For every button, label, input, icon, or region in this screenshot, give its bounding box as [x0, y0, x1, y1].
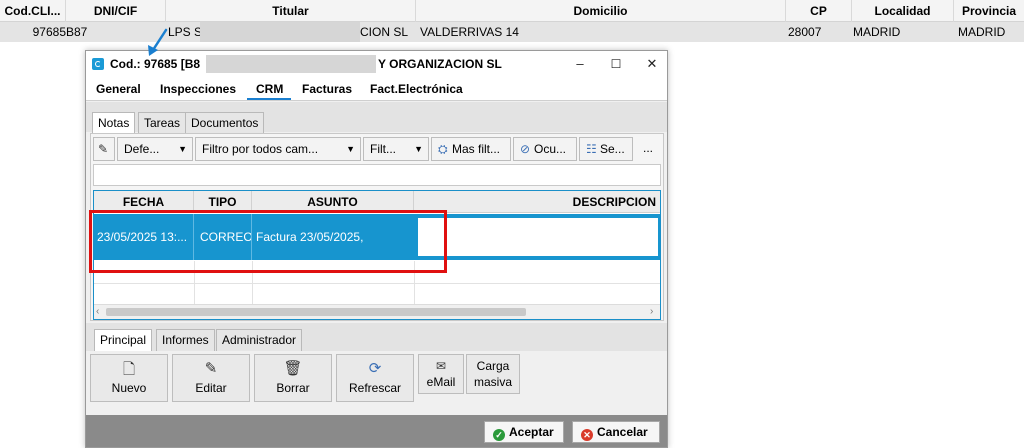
- aceptar-label: Aceptar: [509, 425, 554, 439]
- cell-cp: 28007: [788, 25, 822, 39]
- borrar-label: Borrar: [276, 381, 310, 395]
- scroll-right-icon[interactable]: ›: [650, 306, 653, 317]
- cancelar-button[interactable]: ✕ Cancelar: [572, 421, 660, 443]
- tab-informes[interactable]: Informes: [156, 329, 215, 351]
- edit-icon: ✎: [204, 360, 218, 377]
- cancelar-label: Cancelar: [597, 425, 648, 439]
- column-header-localidad[interactable]: Localidad: [852, 0, 954, 22]
- grid-divider: [94, 283, 660, 284]
- column-header-cod[interactable]: Cod.CLI...: [0, 0, 66, 22]
- cell-cod: 97685: [32, 25, 66, 39]
- tab-administrador[interactable]: Administrador: [216, 329, 303, 351]
- tab-general[interactable]: General: [96, 82, 141, 96]
- horizontal-scrollbar[interactable]: ‹ ›: [94, 304, 660, 319]
- scroll-left-icon[interactable]: ‹: [96, 306, 99, 317]
- tab-documentos[interactable]: Documentos: [185, 112, 265, 134]
- main-tabs: General Inspecciones CRM Facturas Fact.E…: [86, 77, 667, 101]
- dialog-title: Cod.: 97685 [B8: [110, 57, 201, 71]
- filt-select[interactable]: Filt... ▼: [363, 137, 429, 161]
- hide-label: Ocu...: [534, 142, 567, 156]
- filt-select-label: Filt...: [370, 142, 396, 156]
- view-select[interactable]: Defe... ▼: [117, 137, 193, 161]
- filter-input[interactable]: [93, 164, 661, 186]
- redacted-block: [206, 55, 376, 73]
- nuevo-button[interactable]: 🗋 Nuevo: [90, 354, 168, 402]
- filter-icon: ⛭: [438, 142, 448, 156]
- scrollbar-thumb[interactable]: [106, 308, 526, 316]
- active-tab-indicator: [247, 98, 291, 100]
- tab-notas[interactable]: Notas: [92, 112, 136, 134]
- redacted-block: [200, 22, 360, 42]
- more-filters-label: Mas filt...: [452, 142, 501, 156]
- borrar-button[interactable]: 🗑 Borrar: [254, 354, 332, 402]
- refresh-icon: ⟳: [368, 360, 382, 377]
- column-header-titular[interactable]: Titular: [166, 0, 416, 22]
- filter-select-label: Filtro por todos cam...: [202, 142, 319, 156]
- tab-fact-electronica[interactable]: Fact.Electrónica: [370, 82, 463, 96]
- chevron-down-icon: ▼: [346, 144, 355, 154]
- carga-masiva-button[interactable]: Carga masiva: [466, 354, 520, 394]
- column-header-cp[interactable]: CP: [786, 0, 852, 22]
- action-bar: 🗋 Nuevo ✎ Editar 🗑 Borrar ⟳ Refrescar ✉ …: [90, 354, 664, 404]
- maximize-button[interactable]: ☐: [598, 51, 634, 77]
- tab-facturas[interactable]: Facturas: [302, 82, 352, 96]
- dialog-title-company: Y ORGANIZACION SL: [378, 57, 502, 71]
- select-label: Se...: [600, 142, 625, 156]
- carga-masiva-label-2: masiva: [473, 375, 512, 389]
- tab-tareas[interactable]: Tareas: [138, 112, 187, 134]
- hide-button[interactable]: ⊘ Ocu...: [513, 137, 577, 161]
- aceptar-button[interactable]: ✓ Aceptar: [484, 421, 564, 443]
- list-icon: ☷: [586, 142, 597, 156]
- tab-inspecciones[interactable]: Inspecciones: [160, 82, 236, 96]
- email-button[interactable]: ✉ eMail: [418, 354, 464, 394]
- cell-titular-right: CION SL: [360, 25, 409, 39]
- column-header-provincia[interactable]: Provincia: [954, 0, 1024, 22]
- email-icon: ✉: [435, 359, 447, 373]
- minimize-button[interactable]: –: [562, 51, 598, 77]
- app-icon: [92, 58, 104, 70]
- view-select-label: Defe...: [124, 142, 160, 156]
- cell-domicilio: VALDERRIVAS 14: [420, 25, 519, 39]
- editar-label: Editar: [195, 381, 227, 395]
- check-icon: ✓: [493, 429, 505, 441]
- new-document-icon: 🗋: [122, 361, 136, 378]
- hide-icon: ⊘: [520, 142, 531, 156]
- highlight-box: [89, 210, 447, 273]
- list-header: Cod.CLI... DNI/CIF Titular Domicilio CP …: [0, 0, 1024, 22]
- tab-principal[interactable]: Principal: [94, 329, 153, 351]
- select-button[interactable]: ☷ Se...: [579, 137, 633, 161]
- cell-provincia: MADRID: [958, 25, 1006, 39]
- notes-toolbar: ✎ Defe... ▼ Filtro por todos cam... ▼ Filt…: [93, 137, 661, 161]
- tab-crm[interactable]: CRM: [256, 82, 283, 96]
- cancel-icon: ✕: [581, 429, 593, 441]
- bottom-tabs: Principal Informes Administrador: [86, 323, 667, 351]
- filter-select[interactable]: Filtro por todos cam... ▼: [195, 137, 361, 161]
- email-label: eMail: [426, 375, 456, 389]
- chevron-down-icon: ▼: [414, 144, 423, 154]
- dialog-footer: ✓ Aceptar ✕ Cancelar: [86, 415, 667, 447]
- close-button[interactable]: ✕: [634, 51, 670, 77]
- pencil-icon[interactable]: ✎: [93, 137, 115, 161]
- trash-icon: 🗑: [283, 360, 303, 377]
- column-header-dni[interactable]: DNI/CIF: [66, 0, 166, 22]
- refrescar-button[interactable]: ⟳ Refrescar: [336, 354, 414, 402]
- carga-masiva-label-1: Carga: [476, 359, 510, 373]
- chevron-down-icon: ▼: [178, 144, 187, 154]
- annotation-arrow-icon: [148, 28, 168, 56]
- overflow-button[interactable]: ...: [635, 137, 661, 161]
- column-header-domicilio[interactable]: Domicilio: [416, 0, 786, 22]
- sub-tabs: Notas Tareas Documentos: [86, 102, 667, 134]
- nuevo-label: Nuevo: [111, 381, 147, 395]
- cell-localidad: MADRID: [853, 25, 901, 39]
- column-header-descripcion[interactable]: DESCRIPCION: [414, 191, 660, 213]
- more-filters-button[interactable]: ⛭ Mas filt...: [431, 137, 511, 161]
- editar-button[interactable]: ✎ Editar: [172, 354, 250, 402]
- cell-descripcion[interactable]: [418, 218, 658, 256]
- refrescar-label: Refrescar: [348, 381, 401, 395]
- cell-dni: B87: [66, 25, 88, 39]
